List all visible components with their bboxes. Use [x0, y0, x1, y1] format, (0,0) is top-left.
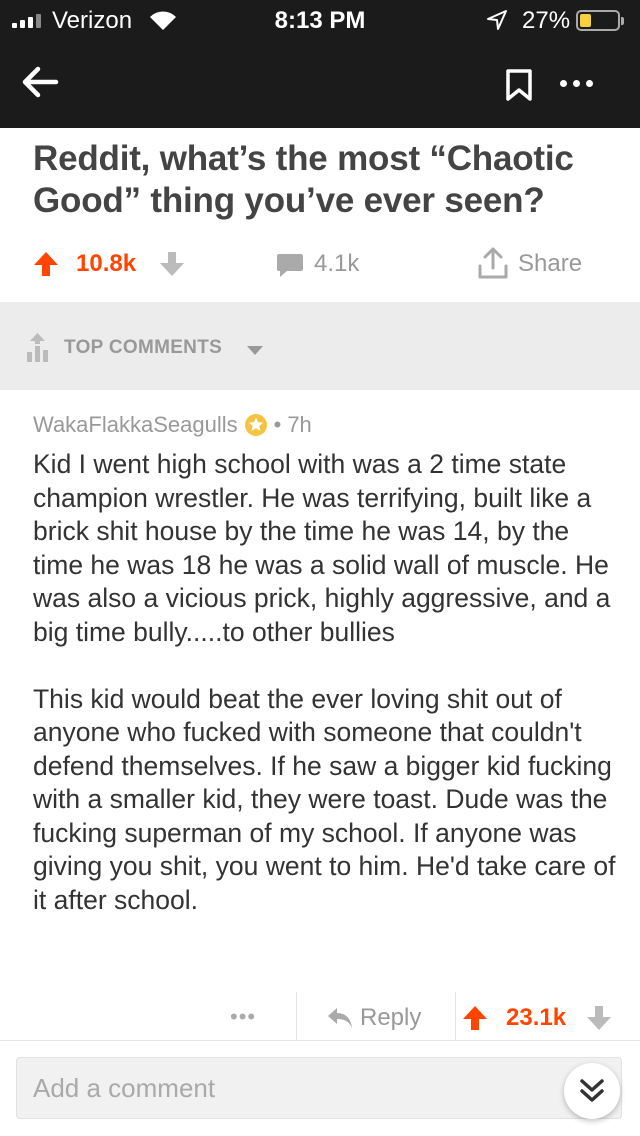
comment-author[interactable]: WakaFlakkaSeagulls [33, 412, 238, 438]
more-dots-icon[interactable] [560, 80, 593, 87]
comment-bubble-icon[interactable] [276, 252, 304, 278]
comment-vote-count: 23.1k [506, 1004, 567, 1031]
upvote-icon[interactable] [461, 1004, 489, 1032]
location-arrow-icon [487, 10, 507, 30]
comment-meta: WakaFlakkaSeagulls • 7h [33, 412, 312, 438]
chevron-down-icon[interactable] [247, 346, 263, 355]
bookmark-icon[interactable] [505, 68, 533, 102]
comment-body: Kid I went high school with was a 2 time… [33, 448, 623, 917]
comment-more-button[interactable]: ••• [230, 1004, 256, 1030]
sort-label[interactable]: TOP COMMENTS [64, 337, 222, 359]
battery-icon [576, 10, 624, 31]
status-bar: Verizon 8:13 PM 27% [0, 0, 640, 40]
top-nav-bar [0, 40, 640, 128]
share-icon[interactable] [477, 246, 509, 280]
divider [296, 992, 297, 1040]
double-chevron-down-icon [580, 1079, 604, 1102]
gold-star-badge-icon [244, 414, 267, 436]
comment-age: 7h [287, 412, 312, 437]
meta-separator: • [273, 412, 282, 437]
comment-sort-bar[interactable]: TOP COMMENTS [0, 302, 640, 390]
reply-arrow-icon[interactable] [326, 1006, 354, 1030]
top-sort-icon [27, 333, 48, 362]
divider [455, 992, 456, 1040]
upvote-icon[interactable] [32, 250, 60, 278]
post-actions: 10.8k 4.1k Share [0, 240, 640, 290]
battery-percent: 27% [522, 7, 571, 34]
comment-paragraph: Kid I went high school with was a 2 time… [33, 449, 611, 647]
reply-button[interactable]: Reply [360, 1004, 421, 1032]
downvote-icon[interactable] [158, 250, 186, 278]
arrow-left-icon[interactable] [20, 62, 60, 102]
comment-actions: ••• Reply 23.1k [0, 992, 640, 1040]
downvote-icon[interactable] [585, 1004, 613, 1032]
next-comment-button[interactable] [564, 1063, 620, 1119]
add-comment-input[interactable] [16, 1057, 622, 1119]
comment-count[interactable]: 4.1k [314, 250, 359, 278]
post-title: Reddit, what’s the most “Chaotic Good” t… [33, 139, 574, 220]
share-button[interactable]: Share [518, 250, 582, 278]
comment-composer [0, 1040, 640, 1136]
comment-paragraph: This kid would beat the ever loving shit… [33, 683, 616, 915]
post-vote-count: 10.8k [76, 250, 137, 277]
